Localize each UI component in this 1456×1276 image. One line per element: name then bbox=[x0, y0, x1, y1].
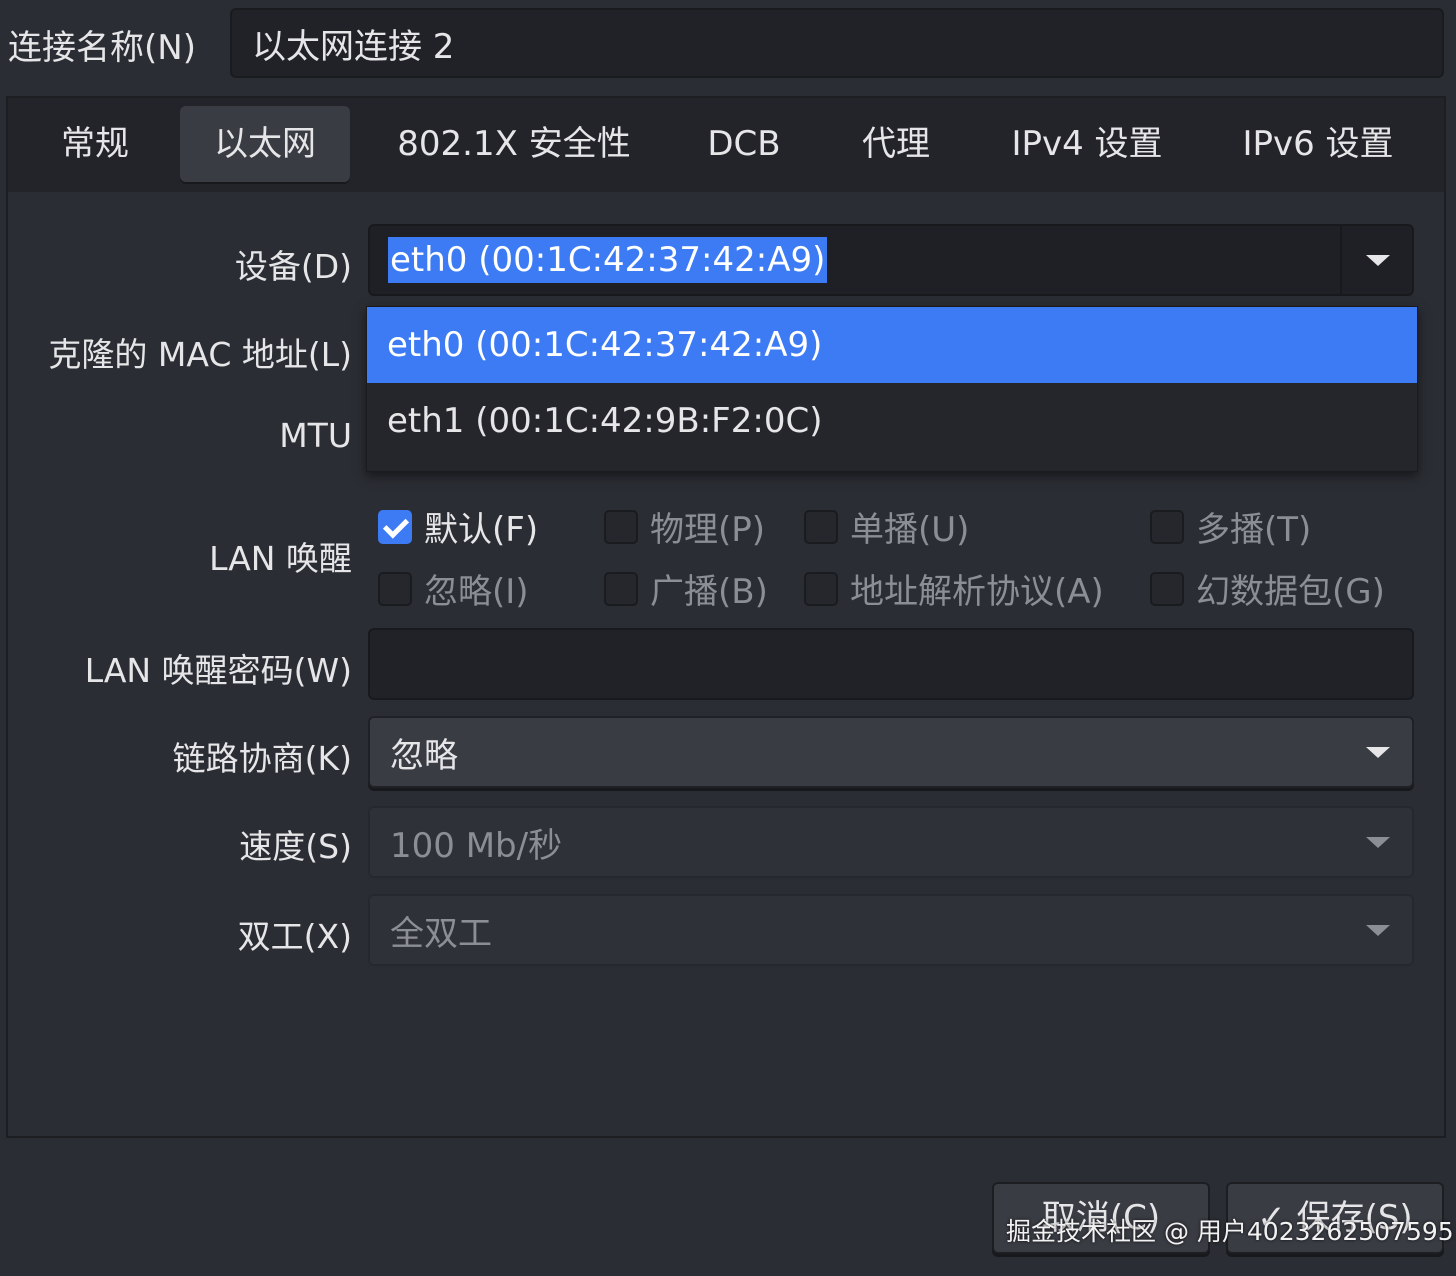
wol-password-label: LAN 唤醒密码(W) bbox=[84, 651, 352, 690]
wol-label: LAN 唤醒 bbox=[209, 539, 352, 578]
chevron-down-icon[interactable] bbox=[1366, 255, 1390, 266]
tab-ethernet[interactable]: 以太网 bbox=[180, 106, 350, 182]
device-option-eth1[interactable]: eth1 (00:1C:42:9B:F2:0C) bbox=[367, 383, 1417, 459]
chevron-down-icon[interactable] bbox=[1366, 747, 1390, 758]
connection-name-label: 连接名称(N) bbox=[8, 28, 196, 68]
checkbox-empty-icon[interactable] bbox=[604, 509, 638, 544]
wol-phy-label: 物理(P) bbox=[650, 510, 766, 550]
wol-password-input[interactable] bbox=[368, 628, 1414, 700]
wol-magic-checkbox[interactable]: 幻数据包(G) bbox=[1150, 564, 1385, 613]
cloned-mac-label: 克隆的 MAC 地址(L) bbox=[48, 335, 352, 374]
wol-phy-checkbox[interactable]: 物理(P) bbox=[604, 502, 765, 551]
wol-broadcast-checkbox[interactable]: 广播(B) bbox=[604, 564, 768, 613]
speed-label: 速度(S) bbox=[239, 827, 352, 866]
duplex-value: 全双工 bbox=[390, 913, 492, 954]
checkbox-empty-icon[interactable] bbox=[1150, 571, 1184, 606]
speed-combo[interactable]: 100 Mb/秒 bbox=[368, 806, 1414, 878]
tab-proxy[interactable]: 代理 bbox=[840, 106, 952, 182]
checkbox-checked-icon[interactable] bbox=[378, 509, 412, 544]
wol-unicast-checkbox[interactable]: 单播(U) bbox=[804, 502, 969, 551]
duplex-label: 双工(X) bbox=[237, 917, 352, 956]
connection-name-input[interactable]: 以太网连接 2 bbox=[230, 8, 1444, 78]
tab-general[interactable]: 常规 bbox=[40, 106, 150, 182]
wol-ignore-label: 忽略(I) bbox=[424, 572, 529, 612]
checkbox-empty-icon[interactable] bbox=[1150, 509, 1184, 544]
tab-ipv4-settings[interactable]: IPv4 设置 bbox=[996, 106, 1178, 182]
device-dropdown-list: eth0 (00:1C:42:37:42:A9) eth1 (00:1C:42:… bbox=[366, 306, 1418, 472]
wol-unicast-label: 单播(U) bbox=[850, 510, 970, 550]
duplex-combo[interactable]: 全双工 bbox=[368, 894, 1414, 966]
connection-name-value: 以太网连接 2 bbox=[252, 26, 455, 67]
speed-value: 100 Mb/秒 bbox=[390, 825, 563, 866]
tab-8021x-security[interactable]: 802.1X 安全性 bbox=[386, 106, 642, 182]
device-option-eth0[interactable]: eth0 (00:1C:42:37:42:A9) bbox=[367, 307, 1417, 383]
device-combo[interactable]: eth0 (00:1C:42:37:42:A9) bbox=[368, 224, 1414, 296]
tab-ipv6-settings[interactable]: IPv6 设置 bbox=[1226, 106, 1410, 182]
device-label: 设备(D) bbox=[234, 247, 352, 286]
checkbox-empty-icon[interactable] bbox=[378, 571, 412, 606]
link-negotiation-value: 忽略 bbox=[390, 735, 458, 776]
mtu-label: MTU bbox=[279, 416, 352, 455]
chevron-down-icon[interactable] bbox=[1366, 925, 1390, 936]
wol-multicast-checkbox[interactable]: 多播(T) bbox=[1150, 502, 1311, 551]
wol-ignore-checkbox[interactable]: 忽略(I) bbox=[378, 564, 529, 613]
tab-dcb[interactable]: DCB bbox=[690, 106, 798, 182]
link-negotiation-combo[interactable]: 忽略 bbox=[368, 716, 1414, 788]
checkbox-empty-icon[interactable] bbox=[604, 571, 638, 606]
device-combo-value[interactable]: eth0 (00:1C:42:37:42:A9) bbox=[388, 237, 828, 283]
wol-default-checkbox[interactable]: 默认(F) bbox=[378, 502, 538, 551]
link-negotiation-label: 链路协商(K) bbox=[172, 739, 352, 778]
wol-arp-checkbox[interactable]: 地址解析协议(A) bbox=[804, 564, 1104, 613]
watermark-text: 掘金技术社区 @ 用户4023262507595 bbox=[1006, 1217, 1454, 1246]
wol-arp-label: 地址解析协议(A) bbox=[850, 572, 1104, 612]
chevron-down-icon[interactable] bbox=[1366, 837, 1390, 848]
wol-multicast-label: 多播(T) bbox=[1196, 510, 1312, 550]
checkbox-empty-icon[interactable] bbox=[804, 509, 838, 544]
checkbox-empty-icon[interactable] bbox=[804, 571, 838, 606]
wol-magic-label: 幻数据包(G) bbox=[1196, 572, 1385, 612]
device-combo-separator bbox=[1340, 226, 1342, 294]
wol-broadcast-label: 广播(B) bbox=[650, 572, 768, 612]
wol-default-label: 默认(F) bbox=[424, 510, 539, 550]
